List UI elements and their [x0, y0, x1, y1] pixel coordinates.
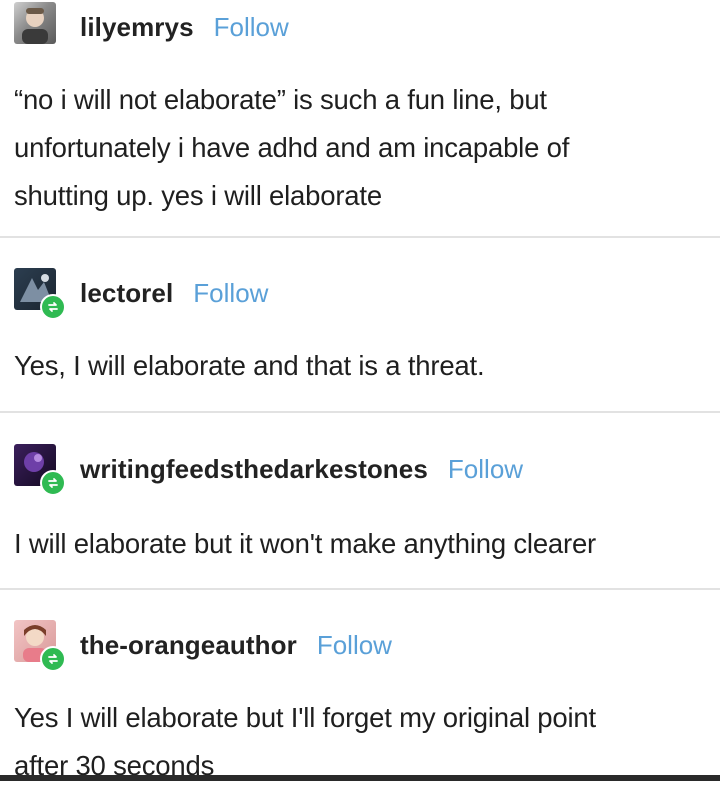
follow-button[interactable]: Follow [193, 278, 268, 309]
post-text: “no i will not elaborate” is such a fun … [14, 76, 714, 220]
text-line: shutting up. yes i will elaborate [14, 180, 382, 211]
text-line: after 30 seconds [14, 750, 215, 781]
text-line: Yes, I will elaborate and that is a thre… [14, 350, 485, 381]
text-line: “no i will not elaborate” is such a fun … [14, 84, 547, 115]
tumblr-post-thread: lilyemrys Follow “no i will not elaborat… [0, 0, 720, 781]
post-header: lectorel Follow [14, 268, 268, 320]
follow-button[interactable]: Follow [448, 454, 523, 485]
avatar[interactable] [14, 444, 66, 496]
avatar[interactable] [14, 268, 66, 320]
username[interactable]: writingfeedsthedarkestones [80, 454, 428, 485]
divider [0, 236, 720, 238]
reblog-icon [40, 294, 66, 320]
bottom-edge-bar [0, 775, 720, 781]
username[interactable]: lilyemrys [80, 12, 194, 43]
follow-button[interactable]: Follow [317, 630, 392, 661]
divider [0, 588, 720, 590]
text-line: Yes I will elaborate but I'll forget my … [14, 702, 596, 733]
post-header: the-orangeauthor Follow [14, 620, 392, 672]
divider [0, 411, 720, 413]
avatar[interactable] [14, 2, 66, 52]
user-avatar-icon [14, 2, 56, 44]
post-text: Yes, I will elaborate and that is a thre… [14, 342, 714, 390]
post-header: lilyemrys Follow [14, 2, 289, 52]
text-line: I will elaborate but it won't make anyth… [14, 528, 597, 559]
post-header: writingfeedsthedarkestones Follow [14, 444, 523, 496]
post-text: I will elaborate but it won't make anyth… [14, 520, 714, 568]
text-line: unfortunately i have adhd and am incapab… [14, 132, 570, 163]
username[interactable]: the-orangeauthor [80, 630, 297, 661]
username[interactable]: lectorel [80, 278, 173, 309]
reblog-icon [40, 470, 66, 496]
reblog-icon [40, 646, 66, 672]
follow-button[interactable]: Follow [214, 12, 289, 43]
avatar[interactable] [14, 620, 66, 672]
